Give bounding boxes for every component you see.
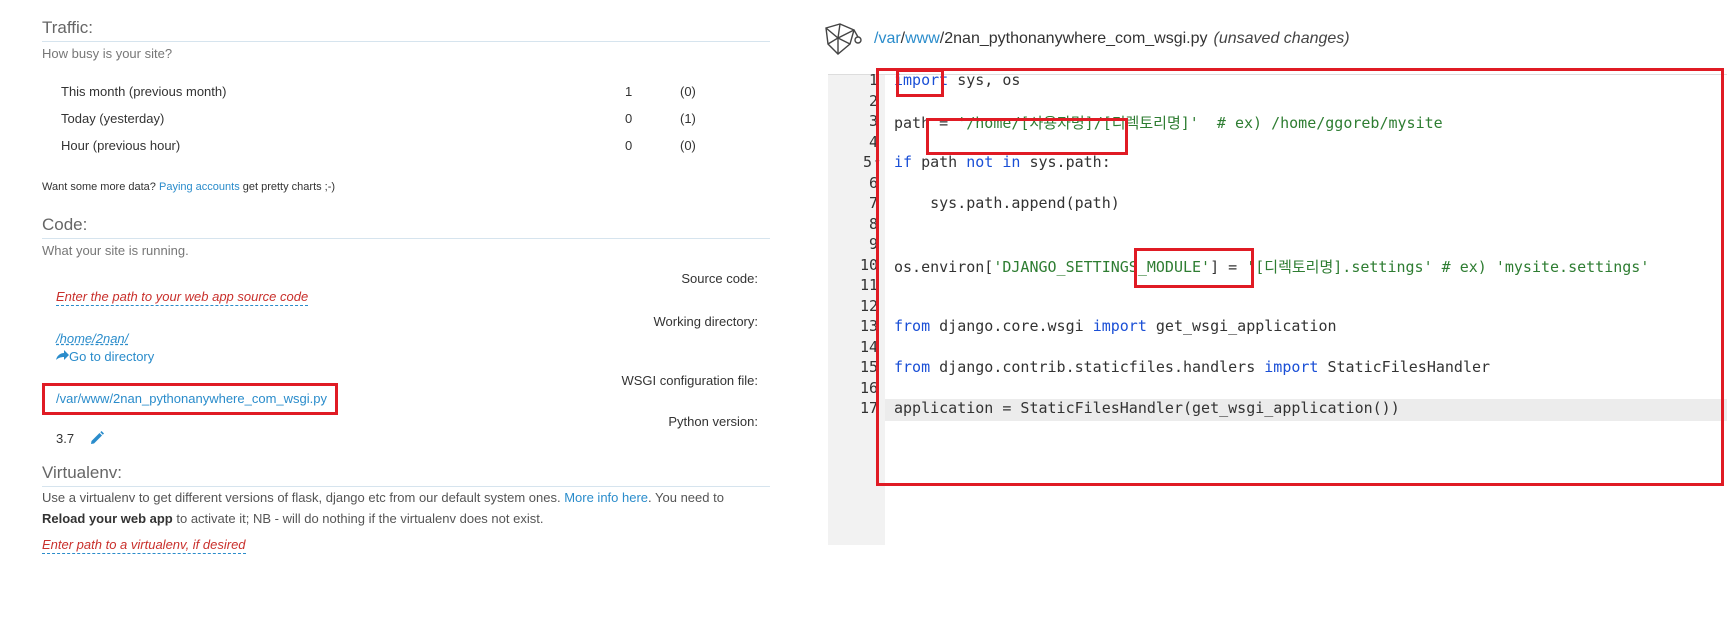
virtualenv-path-input[interactable]: Enter path to a virtualenv, if desired — [42, 537, 246, 554]
traffic-subtitle: How busy is your site? — [42, 46, 173, 61]
line-number: 6 — [868, 174, 878, 192]
line-number: 12 — [859, 297, 878, 315]
webapp-config-panel: Traffic: How busy is your site? This mon… — [0, 0, 790, 621]
more-data-note: Want some more data? Paying accounts get… — [42, 181, 335, 193]
path-www-link[interactable]: www — [905, 30, 940, 47]
pythonanywhere-logo-icon — [820, 20, 864, 60]
line-number: 5 — [862, 153, 872, 171]
virtualenv-heading: Virtualenv: — [42, 463, 123, 482]
line-number: 10 — [859, 256, 878, 274]
line-number: 7 — [868, 194, 878, 212]
editor-path-bar: /var/www/2nan_pythonanywhere_com_wsgi.py… — [820, 18, 1720, 62]
reload-web-app-text: Reload your web app — [42, 511, 173, 526]
source-code-label: Source code: — [681, 271, 758, 286]
code-subtitle: What your site is running. — [42, 243, 189, 258]
traffic-row: Today (yesterday) 0 (1) — [61, 111, 721, 131]
line-number: 14 — [859, 338, 878, 356]
line-number: 16 — [859, 379, 878, 397]
editor-file-path: /var/www/2nan_pythonanywhere_com_wsgi.py… — [874, 30, 1350, 48]
line-number: 15 — [859, 358, 878, 376]
working-directory-label: Working directory: — [653, 314, 758, 329]
line-number: 2 — [868, 92, 878, 110]
code-heading: Code: — [42, 215, 88, 234]
path-highlight-box — [926, 118, 1128, 155]
line-number: 4 — [868, 133, 878, 151]
traffic-divider — [42, 41, 770, 42]
os-highlight-box — [896, 69, 944, 97]
working-directory-input[interactable]: /home/2nan/ — [56, 331, 128, 346]
traffic-row-previous: (1) — [680, 111, 696, 126]
wsgi-config-label: WSGI configuration file: — [621, 373, 758, 388]
traffic-row: This month (previous month) 1 (0) — [61, 84, 721, 104]
path-var-link[interactable]: /var — [874, 30, 901, 47]
line-number: 9 — [868, 235, 878, 253]
line-number: 3 — [868, 112, 878, 130]
traffic-row-label: Today (yesterday) — [61, 111, 165, 126]
virtualenv-text-2: . You need to — [648, 490, 724, 505]
line-number: 8 — [868, 215, 878, 233]
traffic-row-label: Hour (previous hour) — [61, 138, 181, 153]
traffic-row-previous: (0) — [680, 84, 696, 99]
traffic-row-previous: (0) — [680, 138, 696, 153]
python-version-label: Python version: — [668, 414, 758, 429]
more-data-prefix: Want some more data? — [42, 181, 159, 193]
python-version-value: 3.7 — [56, 431, 104, 448]
unsaved-changes-indicator: (unsaved changes) — [1213, 30, 1350, 47]
more-info-link[interactable]: More info here — [564, 490, 648, 505]
wsgi-config-file-link[interactable]: /var/www/2nan_pythonanywhere_com_wsgi.py — [56, 391, 327, 406]
python-version-text: 3.7 — [56, 431, 75, 446]
source-code-input[interactable]: Enter the path to your web app source co… — [56, 289, 309, 306]
line-number: 17 — [859, 399, 878, 417]
pencil-icon[interactable] — [90, 431, 104, 448]
line-number: 1 — [868, 71, 878, 89]
traffic-row-value: 0 — [625, 138, 633, 153]
line-number: 11 — [859, 276, 878, 294]
wsgi-editor-panel: /var/www/2nan_pythonanywhere_com_wsgi.py… — [820, 0, 1727, 621]
path-filename: /2nan_pythonanywhere_com_wsgi.py — [939, 30, 1208, 47]
line-number: 13 — [859, 317, 878, 335]
go-to-directory-label: Go to directory — [69, 349, 155, 364]
code-divider — [42, 238, 770, 239]
directory-highlight-box — [1134, 248, 1254, 288]
virtualenv-description: Use a virtualenv to get different versio… — [42, 487, 767, 529]
share-arrow-icon — [56, 349, 69, 364]
paying-accounts-link[interactable]: Paying accounts — [159, 181, 240, 193]
traffic-row-value: 0 — [625, 111, 633, 126]
go-to-directory-link[interactable]: Go to directory — [56, 349, 154, 364]
traffic-row-label: This month (previous month) — [61, 84, 227, 99]
traffic-row-value: 1 — [625, 84, 633, 99]
traffic-heading: Traffic: — [42, 18, 94, 37]
virtualenv-text-3: to activate it; NB - will do nothing if … — [172, 511, 544, 526]
traffic-row: Hour (previous hour) 0 (0) — [61, 138, 721, 158]
more-data-suffix: get pretty charts ;-) — [239, 181, 336, 193]
virtualenv-text-1: Use a virtualenv to get different versio… — [42, 490, 565, 505]
